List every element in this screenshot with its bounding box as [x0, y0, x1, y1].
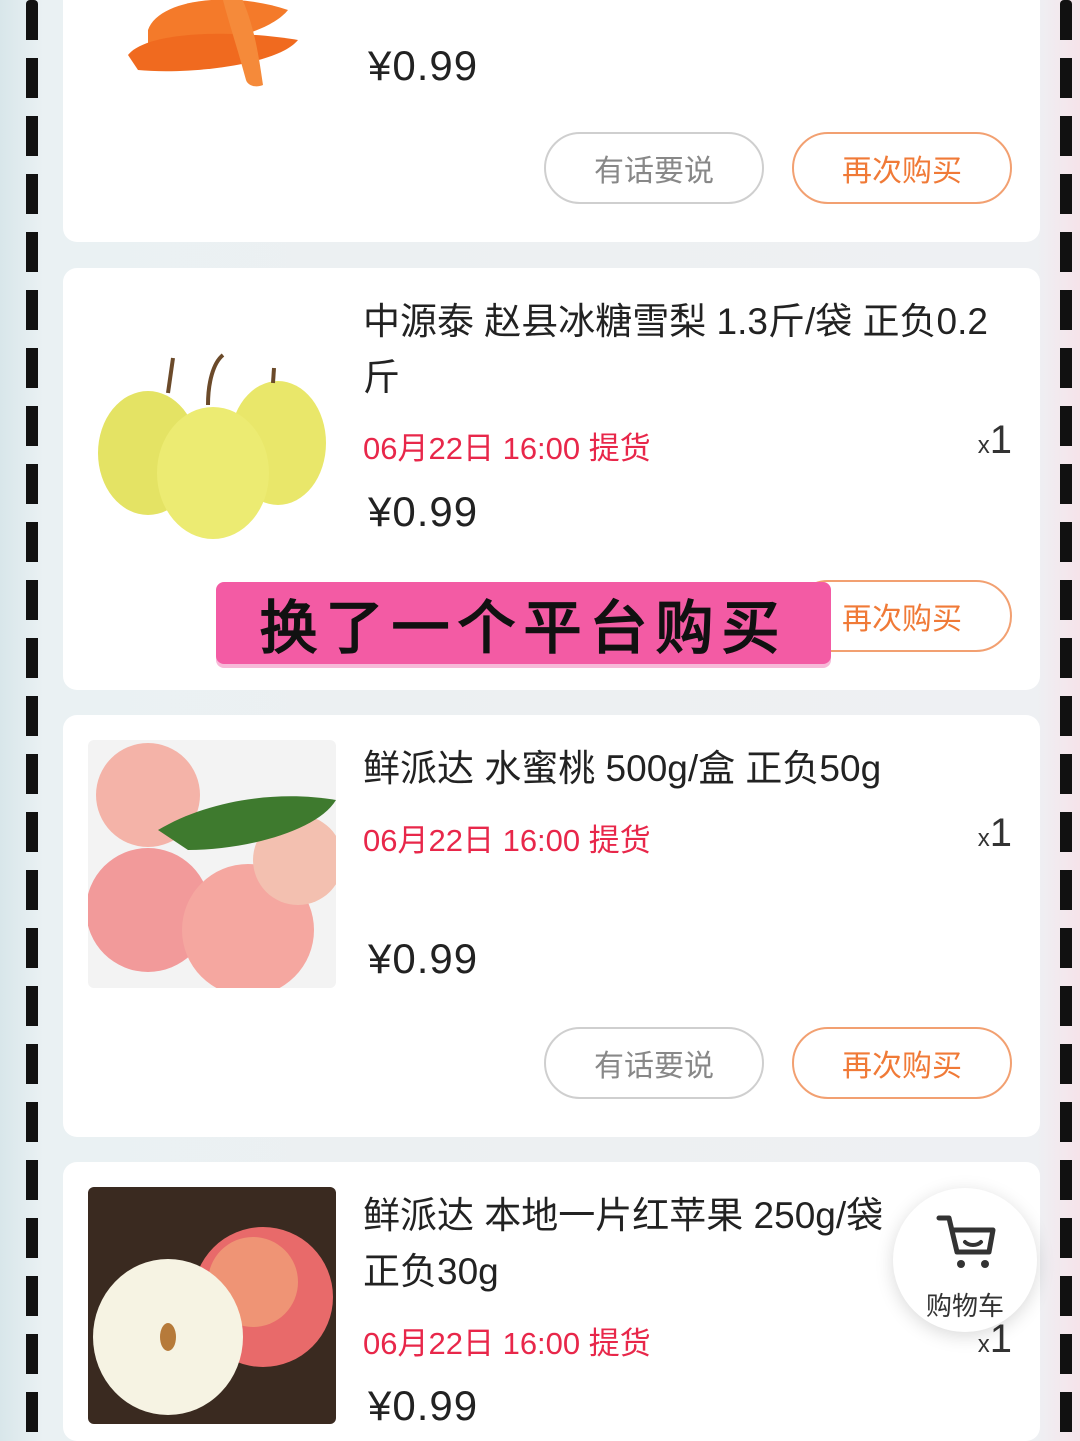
product-title: 鲜派达 本地一片红苹果 250g/袋 正负30g — [363, 1195, 884, 1292]
shopping-cart-icon — [936, 1215, 996, 1268]
rebuy-button[interactable]: 再次购买 — [792, 132, 1012, 204]
decorative-dashed-border-right — [1060, 0, 1072, 1441]
product-price: ¥0.99 — [368, 42, 479, 89]
product-price: ¥0.99 — [368, 1382, 479, 1429]
product-price: ¥0.99 — [368, 488, 479, 535]
quantity: x1 — [977, 811, 1012, 855]
product-title: 中源泰 赵县冰糖雪梨 1.3斤/袋 正负0.2斤 — [363, 301, 988, 398]
pickup-time: 06月22日 16:00 提货 — [363, 1326, 651, 1361]
product-image-pear — [88, 293, 336, 541]
pickup-time: 06月22日 16:00 提货 — [363, 431, 651, 466]
product-image-carrot — [88, 0, 336, 92]
feedback-button[interactable]: 有话要说 — [544, 1027, 764, 1099]
product-title: 鲜派达 水蜜桃 500g/盒 正负50g — [363, 748, 882, 789]
order-item-card: 鲜派达 水蜜桃 500g/盒 正负50g 06月22日 16:00 提货 x1 … — [63, 715, 1040, 1137]
product-image-peach — [88, 740, 336, 988]
feedback-button[interactable]: 有话要说 — [544, 132, 764, 204]
shopping-cart-label: 购物车 — [925, 1291, 1004, 1321]
product-price: ¥0.99 — [368, 935, 479, 982]
overlay-caption-banner: 换了一个平台购买 — [216, 582, 831, 664]
quantity: x1 — [977, 418, 1012, 462]
rebuy-button[interactable]: 再次购买 — [792, 1027, 1012, 1099]
pickup-time: 06月22日 16:00 提货 — [363, 823, 651, 858]
decorative-dashed-border-left — [26, 0, 38, 1441]
order-item-card: ¥0.99 有话要说 再次购买 — [63, 0, 1040, 242]
product-image-apple — [88, 1187, 336, 1424]
shopping-cart-button[interactable]: 购物车 — [893, 1188, 1037, 1332]
